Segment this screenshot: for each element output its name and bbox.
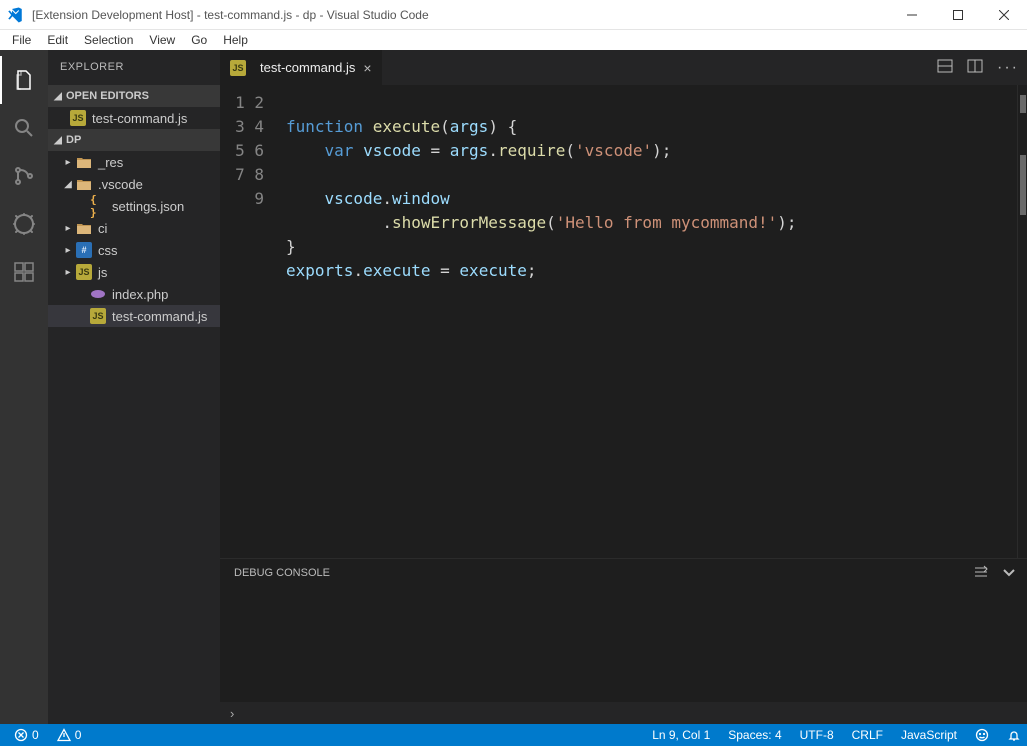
chevron-right-icon: › <box>230 706 234 721</box>
tree-label: .vscode <box>98 177 143 192</box>
close-button[interactable] <box>981 0 1027 30</box>
activity-debug[interactable] <box>0 200 48 248</box>
tree-folder[interactable]: ▸ _res <box>48 151 220 173</box>
section-open-editors[interactable]: ◢ OPEN EDITORS <box>48 85 220 107</box>
status-eol[interactable]: CRLF <box>846 728 889 742</box>
file-tree: ▸_res◢.vscode{ }settings.json▸ci▸#css▸JS… <box>48 151 220 327</box>
menu-selection[interactable]: Selection <box>76 30 141 50</box>
menu-file[interactable]: File <box>4 30 39 50</box>
folder-icon <box>76 220 92 236</box>
tree-folder[interactable]: ▸# css <box>48 239 220 261</box>
tree-label: test-command.js <box>112 309 207 324</box>
status-bar: 0 0 Ln 9, Col 1 Spaces: 4 UTF-8 CRLF Jav… <box>0 724 1027 746</box>
status-encoding[interactable]: UTF-8 <box>794 728 840 742</box>
js-file-icon: JS <box>70 110 86 126</box>
activity-extensions[interactable] <box>0 248 48 296</box>
js-file-icon: JS <box>76 264 92 280</box>
breadcrumb-bar[interactable]: › <box>220 702 1027 724</box>
panel-chevron-down-icon[interactable] <box>1001 564 1017 583</box>
more-icon[interactable]: ··· <box>997 59 1019 77</box>
js-file-icon: JS <box>230 60 246 76</box>
chevron-right-icon: ▸ <box>62 267 74 278</box>
code-editor[interactable]: 1 2 3 4 5 6 7 8 9 function execute(args)… <box>220 85 1027 558</box>
window-title: [Extension Development Host] - test-comm… <box>32 8 889 22</box>
maximize-button[interactable] <box>935 0 981 30</box>
status-spaces[interactable]: Spaces: 4 <box>722 728 787 742</box>
chevron-right-icon: ▸ <box>62 245 74 256</box>
editor-actions: ··· <box>937 50 1027 85</box>
minimize-button[interactable] <box>889 0 935 30</box>
vscode-icon <box>6 6 24 24</box>
tree-folder[interactable]: ▸ ci <box>48 217 220 239</box>
activity-bar <box>0 50 48 724</box>
tree-label: index.php <box>112 287 168 302</box>
activity-search[interactable] <box>0 104 48 152</box>
status-warnings[interactable]: 0 <box>51 728 88 742</box>
ruler-mark <box>1020 155 1026 215</box>
tree-label: settings.json <box>112 199 184 214</box>
tree-folder[interactable]: ▸JS js <box>48 261 220 283</box>
activity-explorer[interactable] <box>0 56 48 104</box>
overview-ruler[interactable] <box>1017 85 1027 558</box>
status-errors[interactable]: 0 <box>8 728 45 742</box>
clear-console-icon[interactable] <box>973 564 989 583</box>
activity-git[interactable] <box>0 152 48 200</box>
tree-file[interactable]: index.php <box>48 283 220 305</box>
folder-icon <box>76 176 92 192</box>
tab-label: test-command.js <box>260 60 355 75</box>
close-icon[interactable]: × <box>363 61 371 75</box>
editor-tabs: JS test-command.js × ··· <box>220 50 1027 85</box>
php-file-icon <box>90 286 106 302</box>
sidebar-explorer: EXPLORER ◢ OPEN EDITORS JS test-command.j… <box>48 50 220 724</box>
tree-label: css <box>98 243 118 258</box>
tree-file[interactable]: JS test-command.js <box>48 305 220 327</box>
window-controls <box>889 0 1027 30</box>
sidebar-title: EXPLORER <box>48 50 220 85</box>
editor-group: JS test-command.js × ··· 1 2 3 4 5 6 7 8… <box>220 50 1027 724</box>
panel-body[interactable] <box>220 587 1027 702</box>
chevron-right-icon: ▸ <box>62 157 74 168</box>
menubar: FileEditSelectionViewGoHelp <box>0 30 1027 50</box>
tree-file[interactable]: { } settings.json <box>48 195 220 217</box>
line-gutter: 1 2 3 4 5 6 7 8 9 <box>220 85 280 558</box>
section-label: DP <box>66 134 81 146</box>
folder-icon <box>76 154 92 170</box>
ruler-mark <box>1020 95 1026 113</box>
tab-test-command-js[interactable]: JS test-command.js × <box>220 50 383 85</box>
debug-console-panel: DEBUG CONSOLE <box>220 558 1027 702</box>
tree-label: ci <box>98 221 107 236</box>
split-vertical-icon[interactable] <box>967 58 983 77</box>
warning-count: 0 <box>75 728 82 742</box>
section-label: OPEN EDITORS <box>66 90 149 102</box>
css-file-icon: # <box>76 242 92 258</box>
code-area[interactable]: function execute(args) { var vscode = ar… <box>280 85 1017 558</box>
status-language[interactable]: JavaScript <box>895 728 963 742</box>
chevron-right-icon: ▸ <box>62 223 74 234</box>
panel-title: DEBUG CONSOLE <box>234 567 330 579</box>
status-feedback-icon[interactable] <box>969 728 995 742</box>
chevron-down-icon: ◢ <box>62 179 74 190</box>
open-editor-item[interactable]: JS test-command.js <box>48 107 220 129</box>
section-folder[interactable]: ◢ DP <box>48 129 220 151</box>
json-file-icon: { } <box>90 198 106 214</box>
error-count: 0 <box>32 728 39 742</box>
tabs-spacer <box>383 50 937 85</box>
split-horizontal-icon[interactable] <box>937 58 953 77</box>
tree-folder[interactable]: ◢ .vscode <box>48 173 220 195</box>
tree-label: js <box>98 265 107 280</box>
chevron-down-icon: ◢ <box>52 135 64 146</box>
chevron-down-icon: ◢ <box>52 91 64 102</box>
menu-view[interactable]: View <box>141 30 183 50</box>
window-titlebar: [Extension Development Host] - test-comm… <box>0 0 1027 30</box>
status-bell-icon[interactable] <box>1001 728 1027 742</box>
tree-label: _res <box>98 155 123 170</box>
status-line-col[interactable]: Ln 9, Col 1 <box>646 728 716 742</box>
file-label: test-command.js <box>92 111 187 126</box>
js-file-icon: JS <box>90 308 106 324</box>
menu-edit[interactable]: Edit <box>39 30 76 50</box>
menu-help[interactable]: Help <box>215 30 256 50</box>
open-editors-list: JS test-command.js <box>48 107 220 129</box>
menu-go[interactable]: Go <box>183 30 215 50</box>
